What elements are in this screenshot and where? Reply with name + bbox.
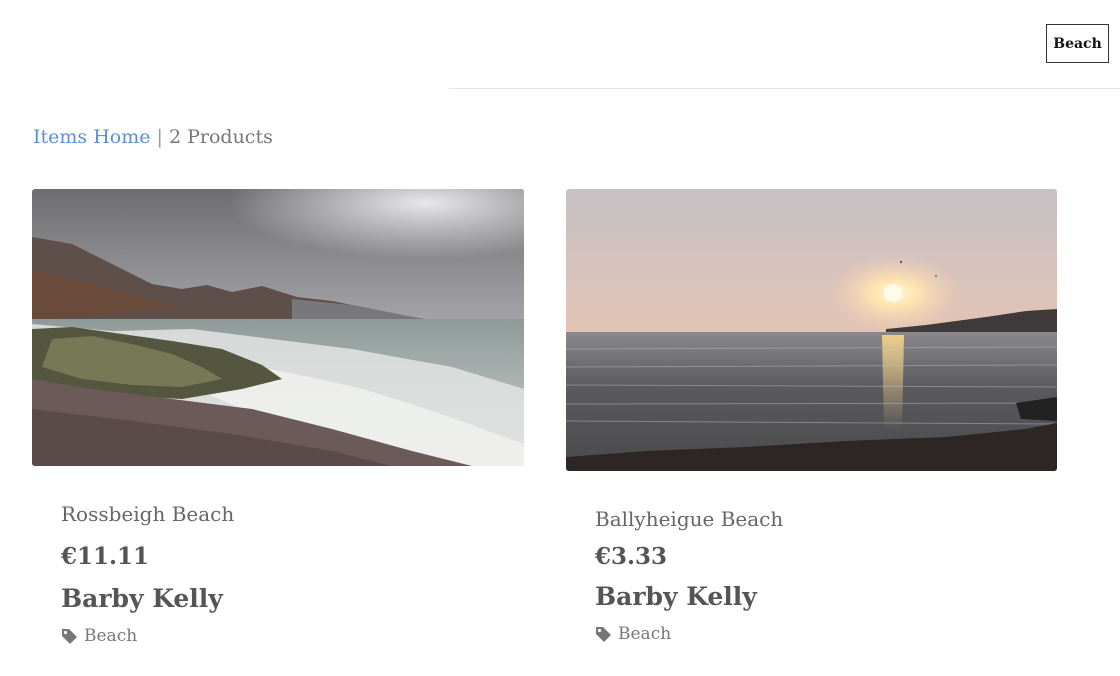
product-card[interactable]: Ballyheigue Beach €3.33 Barby Kelly Beac… — [566, 189, 1057, 644]
category-filter-button[interactable]: Beach — [1046, 24, 1109, 63]
tag-icon — [596, 626, 611, 642]
product-tag[interactable]: Beach — [61, 626, 524, 646]
product-title[interactable]: Rossbeigh Beach — [61, 500, 524, 528]
product-image-rossbeigh[interactable] — [32, 189, 524, 466]
product-info: Ballyheigue Beach €3.33 Barby Kelly Beac… — [566, 505, 1057, 644]
product-image-ballyheigue[interactable] — [566, 189, 1057, 471]
product-count: 2 Products — [168, 126, 273, 148]
product-seller: Barby Kelly — [595, 582, 757, 611]
product-tag-label: Beach — [84, 626, 138, 646]
product-seller: Barby Kelly — [61, 584, 223, 613]
product-title[interactable]: Ballyheigue Beach — [595, 505, 1057, 533]
top-header: Beach — [0, 0, 1120, 88]
product-price: €11.11 — [61, 543, 150, 570]
product-info: Rossbeigh Beach €11.11 Barby Kelly Beach — [32, 500, 524, 646]
breadcrumb-separator: | — [156, 126, 163, 148]
product-price: €3.33 — [595, 543, 668, 570]
header-divider — [449, 88, 1120, 89]
tag-icon — [62, 628, 77, 644]
product-tag[interactable]: Beach — [595, 624, 1057, 644]
product-card[interactable]: Rossbeigh Beach €11.11 Barby Kelly Beach — [32, 189, 524, 646]
product-tag-label: Beach — [618, 624, 672, 644]
breadcrumb: Items Home | 2 Products — [33, 126, 273, 148]
items-home-link[interactable]: Items Home — [33, 126, 150, 148]
